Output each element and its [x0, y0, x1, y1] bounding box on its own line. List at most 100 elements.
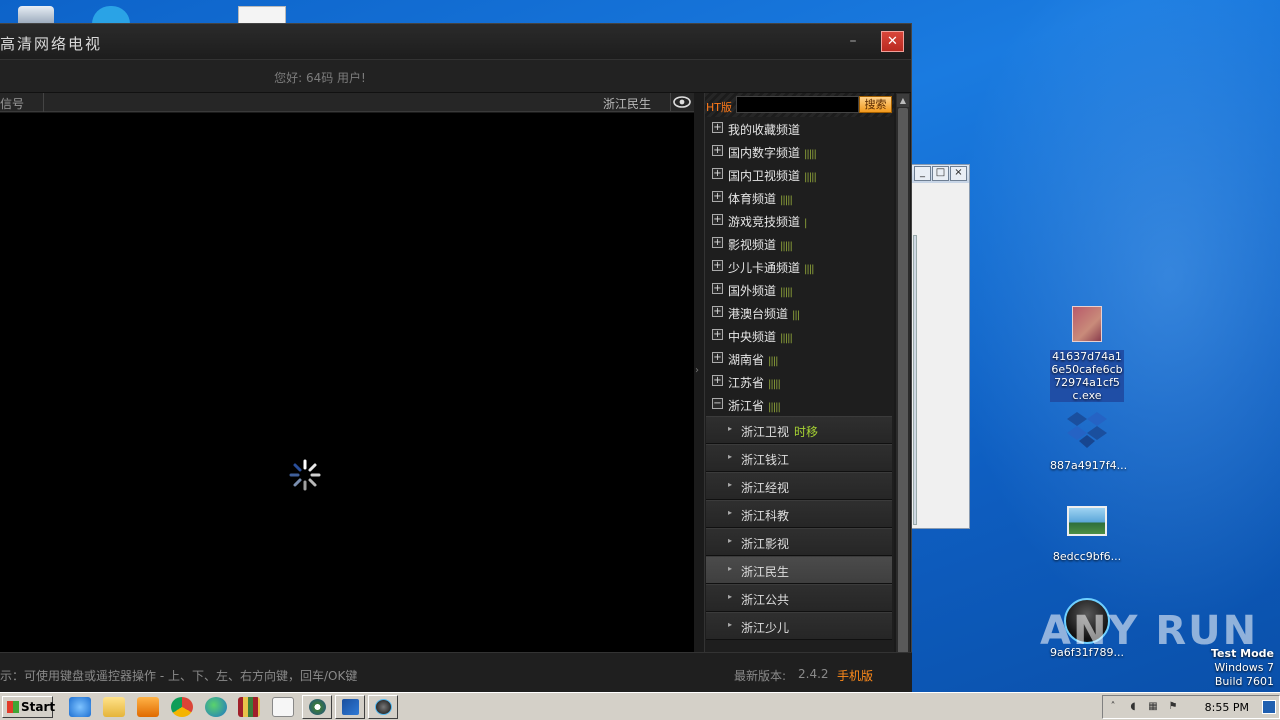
close-icon[interactable]: ×: [950, 166, 967, 181]
expand-icon[interactable]: +: [712, 329, 723, 340]
channel-text: 浙江钱江: [741, 451, 789, 468]
category-text: 浙江省 |||||: [728, 397, 781, 414]
document-icon[interactable]: [238, 6, 286, 24]
channel-label: 浙江卫视: [741, 425, 790, 439]
category-item[interactable]: + 少儿卡通频道 ||||: [705, 255, 894, 278]
desktop-icon-image[interactable]: 8edcc9bf6...: [1050, 506, 1124, 563]
category-item[interactable]: + 国内卫视频道 |||||: [705, 163, 894, 186]
signal-bars: |||||: [780, 195, 793, 206]
category-label: 少儿卡通频道: [728, 261, 801, 275]
expand-icon[interactable]: +: [712, 145, 723, 156]
channel-label: 浙江民生: [741, 565, 790, 579]
taskbar: Start ˄ ◖ ▦ ⚑ 8:55 PM: [0, 692, 1280, 720]
start-button[interactable]: Start: [2, 696, 55, 718]
channel-panel: HT版 搜索 + 我的收藏频道 + 国内数字频道 ||||| + 国内卫视频道 ||||| + 体…: [704, 93, 894, 653]
channel-item[interactable]: ▸ 浙江少儿: [706, 612, 892, 640]
network-icon[interactable]: ▦: [1147, 701, 1159, 713]
category-text: 游戏竞技频道 |: [728, 213, 808, 230]
video-area[interactable]: [0, 113, 694, 653]
recycle-bin-icon[interactable]: [18, 6, 54, 24]
category-item[interactable]: + 国外频道 |||||: [705, 278, 894, 301]
expand-icon[interactable]: +: [712, 306, 723, 317]
header-divider: [43, 93, 44, 112]
expand-icon[interactable]: +: [712, 260, 723, 271]
desktop-icon-exe[interactable]: 41637d74a16e50cafe6cb72974a1cf5c.exe: [1050, 306, 1124, 402]
taskbar-app-button-1[interactable]: [302, 695, 332, 719]
desktop-icon-dropbox[interactable]: 887a4917f4...: [1050, 410, 1127, 472]
media-player-icon[interactable]: [137, 697, 159, 717]
taskbar-app-button-2[interactable]: [335, 695, 365, 719]
timeshift-badge[interactable]: 时移: [794, 425, 818, 439]
version-label: 最新版本:: [734, 669, 787, 683]
explorer-folder-icon[interactable]: [103, 697, 125, 717]
volume-icon[interactable]: ◖: [1127, 701, 1139, 713]
winrar-icon[interactable]: [238, 697, 260, 717]
notepad-icon[interactable]: [272, 697, 294, 717]
channel-item[interactable]: ▸ 浙江卫视 时移: [706, 416, 892, 444]
category-label: 国内卫视频道: [728, 169, 801, 183]
category-item[interactable]: + 港澳台频道 |||: [705, 301, 894, 324]
background-window-titlebar: _ □ ×: [911, 165, 969, 183]
category-item[interactable]: − 浙江省 |||||: [705, 393, 894, 416]
exe-file-icon: [1072, 306, 1102, 342]
channel-item[interactable]: ▸ 浙江影视: [706, 528, 892, 556]
expand-icon[interactable]: +: [712, 168, 723, 179]
category-label: 浙江省: [728, 399, 765, 413]
channel-search-input[interactable]: [736, 96, 859, 113]
channel-label: 浙江钱江: [741, 453, 790, 467]
expand-icon[interactable]: +: [712, 122, 723, 133]
test-mode-line: Test Mode: [1211, 647, 1274, 660]
clock[interactable]: 8:55 PM: [1205, 701, 1249, 714]
expand-icon[interactable]: +: [712, 191, 723, 202]
maximize-icon[interactable]: □: [932, 166, 949, 181]
category-label: 国外频道: [728, 284, 777, 298]
player-header: 信号 浙江民生: [0, 93, 694, 112]
background-window[interactable]: _ □ ×: [910, 164, 970, 529]
tray-expand-icon[interactable]: ˄: [1107, 701, 1119, 713]
channel-item[interactable]: ▸ 浙江民生: [706, 556, 892, 584]
channel-item[interactable]: ▸ 浙江钱江: [706, 444, 892, 472]
show-desktop-button[interactable]: [1262, 700, 1276, 714]
signal-bars: |||||: [804, 149, 817, 160]
category-item[interactable]: + 影视频道 |||||: [705, 232, 894, 255]
search-button[interactable]: 搜索: [859, 96, 892, 113]
status-bar: 示：可使用键盘或遥控器操作 - 上、下、左、右方向键，回车/OK键 最新版本: …: [0, 652, 912, 692]
expand-icon[interactable]: +: [712, 283, 723, 294]
mobile-version-link[interactable]: 手机版: [837, 667, 873, 684]
flag-icon[interactable]: ⚑: [1167, 701, 1179, 713]
channel-item[interactable]: ▸ 浙江科教: [706, 500, 892, 528]
expand-icon[interactable]: +: [712, 352, 723, 363]
scroll-thumb[interactable]: [898, 108, 908, 658]
scroll-up-icon[interactable]: ▲: [897, 94, 909, 107]
play-arrow-icon: ▸: [728, 508, 733, 517]
category-item[interactable]: + 我的收藏频道: [705, 117, 894, 140]
channel-item[interactable]: ▸ 浙江经视: [706, 472, 892, 500]
expand-icon[interactable]: +: [712, 214, 723, 225]
category-item[interactable]: + 湖南省 ||||: [705, 347, 894, 370]
panel-toggle-handle[interactable]: ›: [694, 93, 704, 653]
channel-label: 浙江经视: [741, 481, 790, 495]
skype-icon[interactable]: [92, 6, 130, 24]
eye-icon[interactable]: [670, 93, 692, 111]
category-text: 体育频道 |||||: [728, 190, 793, 207]
signal-bars: |||||: [768, 379, 781, 390]
expand-icon[interactable]: +: [712, 237, 723, 248]
category-item[interactable]: + 江苏省 |||||: [705, 370, 894, 393]
taskbar-app-button-3[interactable]: [368, 695, 398, 719]
category-item[interactable]: + 体育频道 |||||: [705, 186, 894, 209]
category-item[interactable]: + 中央频道 |||||: [705, 324, 894, 347]
play-arrow-icon: ▸: [728, 564, 733, 573]
panel-scrollbar[interactable]: ▲ ▼: [896, 93, 910, 673]
edge-icon[interactable]: [205, 697, 227, 717]
channel-label: 浙江公共: [741, 593, 790, 607]
category-item[interactable]: + 游戏竞技频道 |: [705, 209, 894, 232]
collapse-icon[interactable]: −: [712, 398, 723, 409]
category-text: 江苏省 |||||: [728, 374, 781, 391]
minimize-icon[interactable]: _: [914, 166, 931, 181]
chrome-icon[interactable]: [171, 697, 193, 717]
desktop-icon-label: 8edcc9bf6...: [1052, 550, 1122, 563]
ie-icon[interactable]: [69, 697, 91, 717]
expand-icon[interactable]: +: [712, 375, 723, 386]
channel-item[interactable]: ▸ 浙江公共: [706, 584, 892, 612]
category-item[interactable]: + 国内数字频道 |||||: [705, 140, 894, 163]
